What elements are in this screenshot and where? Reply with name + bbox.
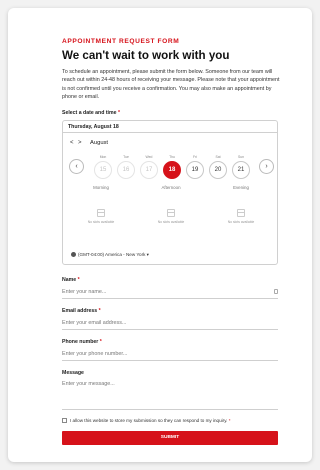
phone-field: Phone number * Enter your phone number..… [62,339,278,361]
period-afternoon: Afternoon [161,184,181,190]
no-slots-text: No slots available [157,219,185,224]
required-mark: * [77,276,80,283]
selected-date: Thursday, August 18 [63,121,277,133]
submit-button[interactable]: SUBMIT [62,430,278,445]
name-field: Name * Enter your name... [62,277,278,299]
message-placeholder: Enter your message... [62,380,115,387]
globe-icon [71,252,76,258]
day-of-week: Mon [99,154,107,159]
day-number: 19 [186,160,204,179]
slot-placeholder-afternoon: No slots available [150,208,192,224]
message-field: Message Enter your message... [62,370,278,410]
prev-month-icon[interactable]: < [70,140,78,146]
day-of-week: Wed [145,154,153,159]
no-slots-text: No slots available [87,219,115,224]
consent-text: I allow this website to store my submiss… [70,417,228,423]
name-input[interactable]: Enter your name... [62,286,278,299]
month-navigation: < > August [70,140,277,146]
day-number: 16 [117,160,135,179]
week-row: ‹ Mon 15 Tue 16 Wed 17 Thu 18 Fri 19 Sat… [69,155,275,179]
day-sun[interactable]: Sun 21 [231,155,251,179]
required-mark: * [99,338,102,345]
name-label-text: Name [62,276,77,283]
required-mark: * [228,417,231,423]
next-week-button[interactable]: › [259,158,274,174]
consent-checkbox[interactable] [62,417,67,423]
slot-placeholder-morning: No slots available [80,208,122,224]
chevron-right-icon: › [265,162,268,170]
phone-placeholder: Enter your phone number... [62,350,128,357]
email-input[interactable]: Enter your email address... [62,317,278,330]
day-of-week: Thu [169,154,175,159]
day-thu[interactable]: Thu 18 [162,155,182,179]
email-label-text: Email address [62,307,98,314]
required-mark: * [117,109,120,116]
day-of-week: Fri [193,154,197,159]
timezone-text: (GMT-04:00) America - New York ▾ [78,251,149,257]
day-fri[interactable]: Fri 19 [185,155,205,179]
name-placeholder: Enter your name... [62,288,107,295]
calendar-icon [167,208,175,217]
form-eyebrow: APPOINTMENT REQUEST FORM [62,38,180,45]
email-label: Email address * [62,308,278,314]
phone-label-text: Phone number [62,338,99,345]
email-field: Email address * Enter your email address… [62,308,278,330]
contact-card-icon [274,289,278,295]
phone-label: Phone number * [62,339,278,345]
name-label: Name * [62,277,278,283]
consent-row: I allow this website to store my submiss… [62,417,266,423]
period-morning: Morning [93,184,109,190]
day-of-week: Tue [123,154,129,159]
message-textarea[interactable]: Enter your message... [62,379,278,410]
day-number: 21 [232,160,250,179]
form-intro: To schedule an appointment, please submi… [62,69,280,101]
day-number: 20 [209,160,227,179]
day-number: 15 [94,160,112,179]
period-evening: Evening [233,184,249,190]
date-time-picker: Thursday, August 18 < > August ‹ Mon 15 … [62,119,278,265]
prev-week-button[interactable]: ‹ [69,158,84,174]
phone-input[interactable]: Enter your phone number... [62,348,278,361]
email-placeholder: Enter your email address... [62,319,127,326]
day-wed[interactable]: Wed 17 [139,155,159,179]
day-of-week: Sun [237,154,245,159]
calendar-icon [237,208,245,217]
day-number-selected: 18 [163,160,181,179]
form-title: We can't wait to work with you [62,49,230,62]
day-sat[interactable]: Sat 20 [208,155,228,179]
appointment-form-card: APPOINTMENT REQUEST FORM We can't wait t… [8,8,312,462]
slot-placeholder-evening: No slots available [220,208,262,224]
message-label: Message [62,369,84,376]
day-mon[interactable]: Mon 15 [93,155,113,179]
datetime-label-text: Select a date and time [62,109,117,116]
next-month-icon[interactable]: > [78,140,86,146]
month-name: August [90,139,109,146]
day-tue[interactable]: Tue 16 [116,155,136,179]
day-of-week: Sat [215,154,221,159]
no-slots-text: No slots available [227,219,255,224]
chevron-left-icon: ‹ [75,162,78,170]
timezone-select[interactable]: (GMT-04:00) America - New York ▾ [71,252,149,258]
required-mark: * [98,307,101,314]
datetime-label: Select a date and time * [62,110,266,116]
day-number: 17 [140,160,158,179]
calendar-icon [97,208,105,217]
